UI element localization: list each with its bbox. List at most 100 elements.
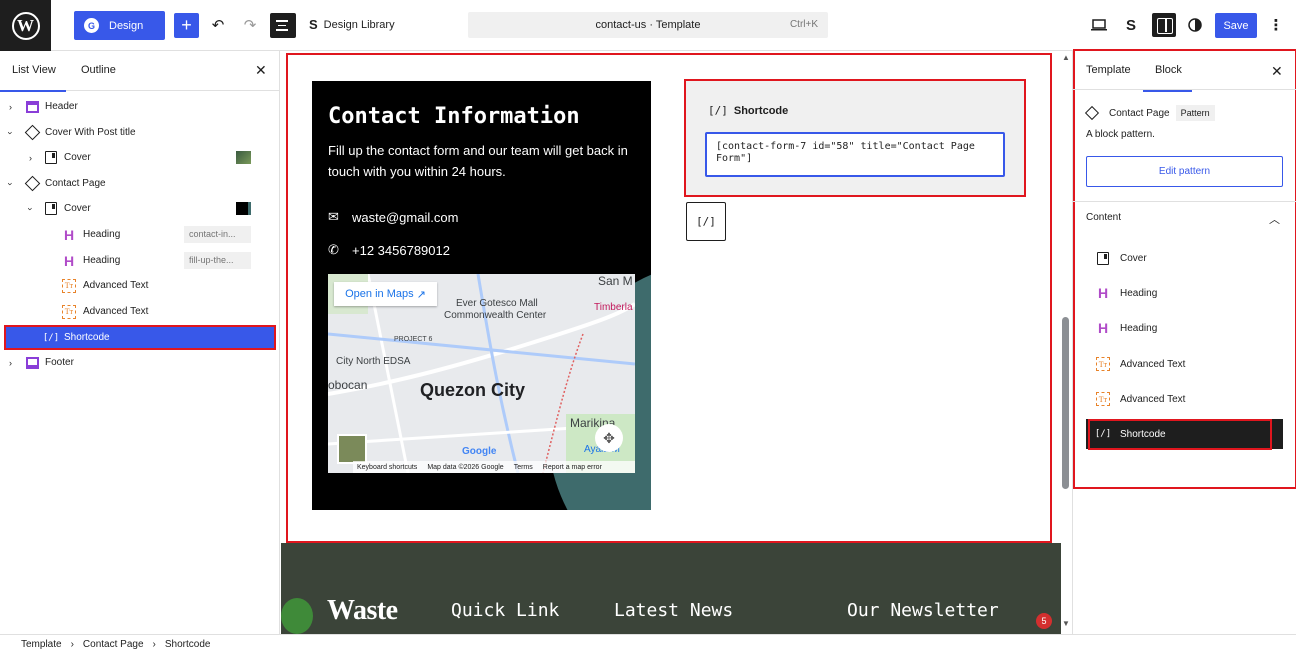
google-map[interactable]: Open in Maps ↗ Ever Gotesco Mall Commonw…	[328, 274, 635, 473]
scroll-down-icon[interactable]: ▼	[1062, 619, 1070, 628]
cover-icon	[1096, 251, 1110, 265]
breadcrumb-item[interactable]: Template	[21, 639, 62, 650]
add-block-button[interactable]: +	[174, 13, 199, 38]
tab-outline[interactable]: Outline	[81, 64, 116, 76]
satellite-toggle[interactable]	[337, 434, 367, 464]
tree-item-cover-with-post-title[interactable]: › Cover With Post title	[0, 120, 280, 145]
cover-icon	[44, 202, 58, 216]
map-footer-item[interactable]: Terms	[514, 464, 533, 471]
content-item-label: Cover	[1120, 252, 1147, 264]
tree-item-label: Cover With Post title	[45, 127, 136, 138]
settings-sidebar-toggle[interactable]	[1152, 13, 1176, 37]
contact-description[interactable]: Fill up the contact form and our team wi…	[328, 140, 638, 182]
close-icon[interactable]: ✕	[1271, 63, 1283, 80]
content-item-shortcode[interactable]: [/] Shortcode	[1086, 419, 1283, 449]
desktop-icon	[1091, 19, 1107, 31]
contact-cover-block[interactable]: Contact Information Fill up the contact …	[312, 81, 651, 510]
contact-phone-line[interactable]: ✆ +12 3456789012	[328, 242, 450, 258]
options-menu-button[interactable]: ⋮	[1266, 15, 1286, 35]
stackable-button[interactable]: S	[1121, 15, 1141, 35]
chevron-right-icon[interactable]: ›	[9, 102, 12, 112]
redo-button[interactable]: ↷	[240, 15, 260, 35]
heading-icon: H	[63, 226, 75, 243]
wordpress-icon: W	[11, 11, 40, 40]
document-overview-button[interactable]	[270, 13, 296, 38]
open-in-maps-link[interactable]: Open in Maps ↗	[334, 282, 437, 306]
editor-canvas: Contact Information Fill up the contact …	[281, 51, 1071, 634]
design-button-label: Design	[109, 19, 144, 32]
contact-email-line[interactable]: ✉ waste@gmail.com	[328, 209, 458, 225]
breadcrumb-item[interactable]: Contact Page	[83, 639, 144, 650]
content-item-heading[interactable]: H Heading	[1086, 313, 1283, 343]
chevron-down-icon[interactable]: ›	[6, 131, 16, 134]
settings-tabs: Template Block ✕	[1073, 51, 1296, 92]
tree-item-header[interactable]: › Header	[0, 94, 280, 119]
block-toolbar-shortcode-button[interactable]: [/]	[686, 202, 726, 241]
cover-icon	[44, 151, 58, 165]
chevron-down-icon[interactable]: ›	[6, 182, 16, 185]
design-button[interactable]: G Design	[74, 11, 165, 40]
settings-sidebar: Template Block ✕ Contact Page Pattern A …	[1072, 49, 1296, 634]
more-vertical-icon: ⋮	[1268, 17, 1284, 34]
tree-item-cover[interactable]: › Cover	[0, 145, 280, 170]
shortcode-block-title: Shortcode	[733, 104, 789, 117]
chevron-right-icon[interactable]: ›	[29, 153, 32, 163]
save-button[interactable]: Save	[1215, 13, 1257, 38]
tree-item-label: Heading	[83, 255, 121, 266]
contact-heading[interactable]: Contact Information	[328, 104, 580, 129]
tab-list-view[interactable]: List View	[0, 64, 66, 92]
undo-button[interactable]: ↶	[208, 15, 228, 35]
preview-button[interactable]	[1089, 15, 1109, 35]
envelope-icon: ✉	[328, 209, 339, 224]
notification-badge[interactable]: 5	[1036, 613, 1052, 629]
pattern-icon	[24, 124, 40, 141]
tree-item-advanced-text[interactable]: Tт Advanced Text	[0, 273, 280, 298]
tree-item-heading[interactable]: H Heading fill-up-the...	[0, 248, 280, 273]
tree-item-footer[interactable]: › Footer	[0, 350, 280, 375]
canvas-scrollbar[interactable]: ▲ ▼	[1060, 51, 1071, 634]
close-icon[interactable]: ✕	[255, 62, 267, 79]
tree-item-label: Contact Page	[45, 178, 106, 189]
design-g-icon: G	[84, 18, 99, 33]
content-item-advanced-text[interactable]: Tт Advanced Text	[1086, 384, 1283, 414]
breadcrumb-item[interactable]: Shortcode	[165, 639, 211, 650]
contact-email: waste@gmail.com	[352, 209, 459, 225]
tab-block[interactable]: Block	[1143, 64, 1192, 92]
shortcode-icon: [/]	[42, 332, 60, 343]
chevron-down-icon[interactable]: ›	[26, 207, 36, 210]
tree-item-heading[interactable]: H Heading contact-in...	[0, 222, 280, 247]
map-label: Timberla	[594, 302, 633, 313]
tree-item-cover[interactable]: › Cover	[0, 196, 280, 221]
command-palette-bar[interactable]: contact-us · Template Ctrl+K	[468, 12, 828, 38]
edit-pattern-button[interactable]: Edit pattern	[1086, 156, 1283, 187]
tab-template[interactable]: Template	[1086, 64, 1131, 76]
map-label: PROJECT 6	[394, 336, 433, 343]
map-footer-item[interactable]: Keyboard shortcuts	[357, 464, 417, 471]
shortcode-block[interactable]: [/] Shortcode [contact-form-7 id="58" ti…	[684, 79, 1026, 197]
chevron-up-icon[interactable]: ︿	[1269, 211, 1280, 227]
styles-button[interactable]	[1185, 15, 1205, 35]
content-section-heading[interactable]: Content	[1086, 212, 1121, 223]
cover-thumbnail	[236, 202, 251, 215]
scroll-up-icon[interactable]: ▲	[1062, 53, 1070, 62]
tree-item-shortcode[interactable]: [/] Shortcode	[4, 325, 276, 350]
content-item-advanced-text[interactable]: Tт Advanced Text	[1086, 349, 1283, 379]
shortcode-textarea[interactable]: [contact-form-7 id="58" title="Contact P…	[705, 132, 1005, 177]
site-footer-preview[interactable]: Waste Quick Link Latest News Our Newslet…	[281, 543, 1061, 634]
content-item-cover[interactable]: Cover	[1086, 243, 1283, 273]
tree-item-contact-page[interactable]: › Contact Page	[0, 171, 280, 196]
design-library-button[interactable]: S Design Library	[309, 17, 395, 32]
content-item-heading[interactable]: H Heading	[1086, 278, 1283, 308]
content-item-label: Heading	[1120, 287, 1158, 299]
map-footer-item[interactable]: Report a map error	[543, 464, 602, 471]
tree-item-label: Cover	[64, 152, 91, 163]
tree-item-advanced-text[interactable]: Tт Advanced Text	[0, 299, 280, 324]
shortcode-icon: [/]	[696, 215, 716, 228]
block-breadcrumb: Template › Contact Page › Shortcode	[0, 634, 1296, 654]
left-panel-tabs: List View Outline ✕	[0, 51, 280, 92]
scrollbar-thumb[interactable]	[1062, 317, 1069, 489]
chevron-right-icon[interactable]: ›	[9, 358, 12, 368]
wordpress-logo-button[interactable]: W	[0, 0, 51, 51]
pattern-name: Contact Page	[1109, 107, 1170, 119]
map-pan-control[interactable]: ✥	[595, 424, 623, 452]
